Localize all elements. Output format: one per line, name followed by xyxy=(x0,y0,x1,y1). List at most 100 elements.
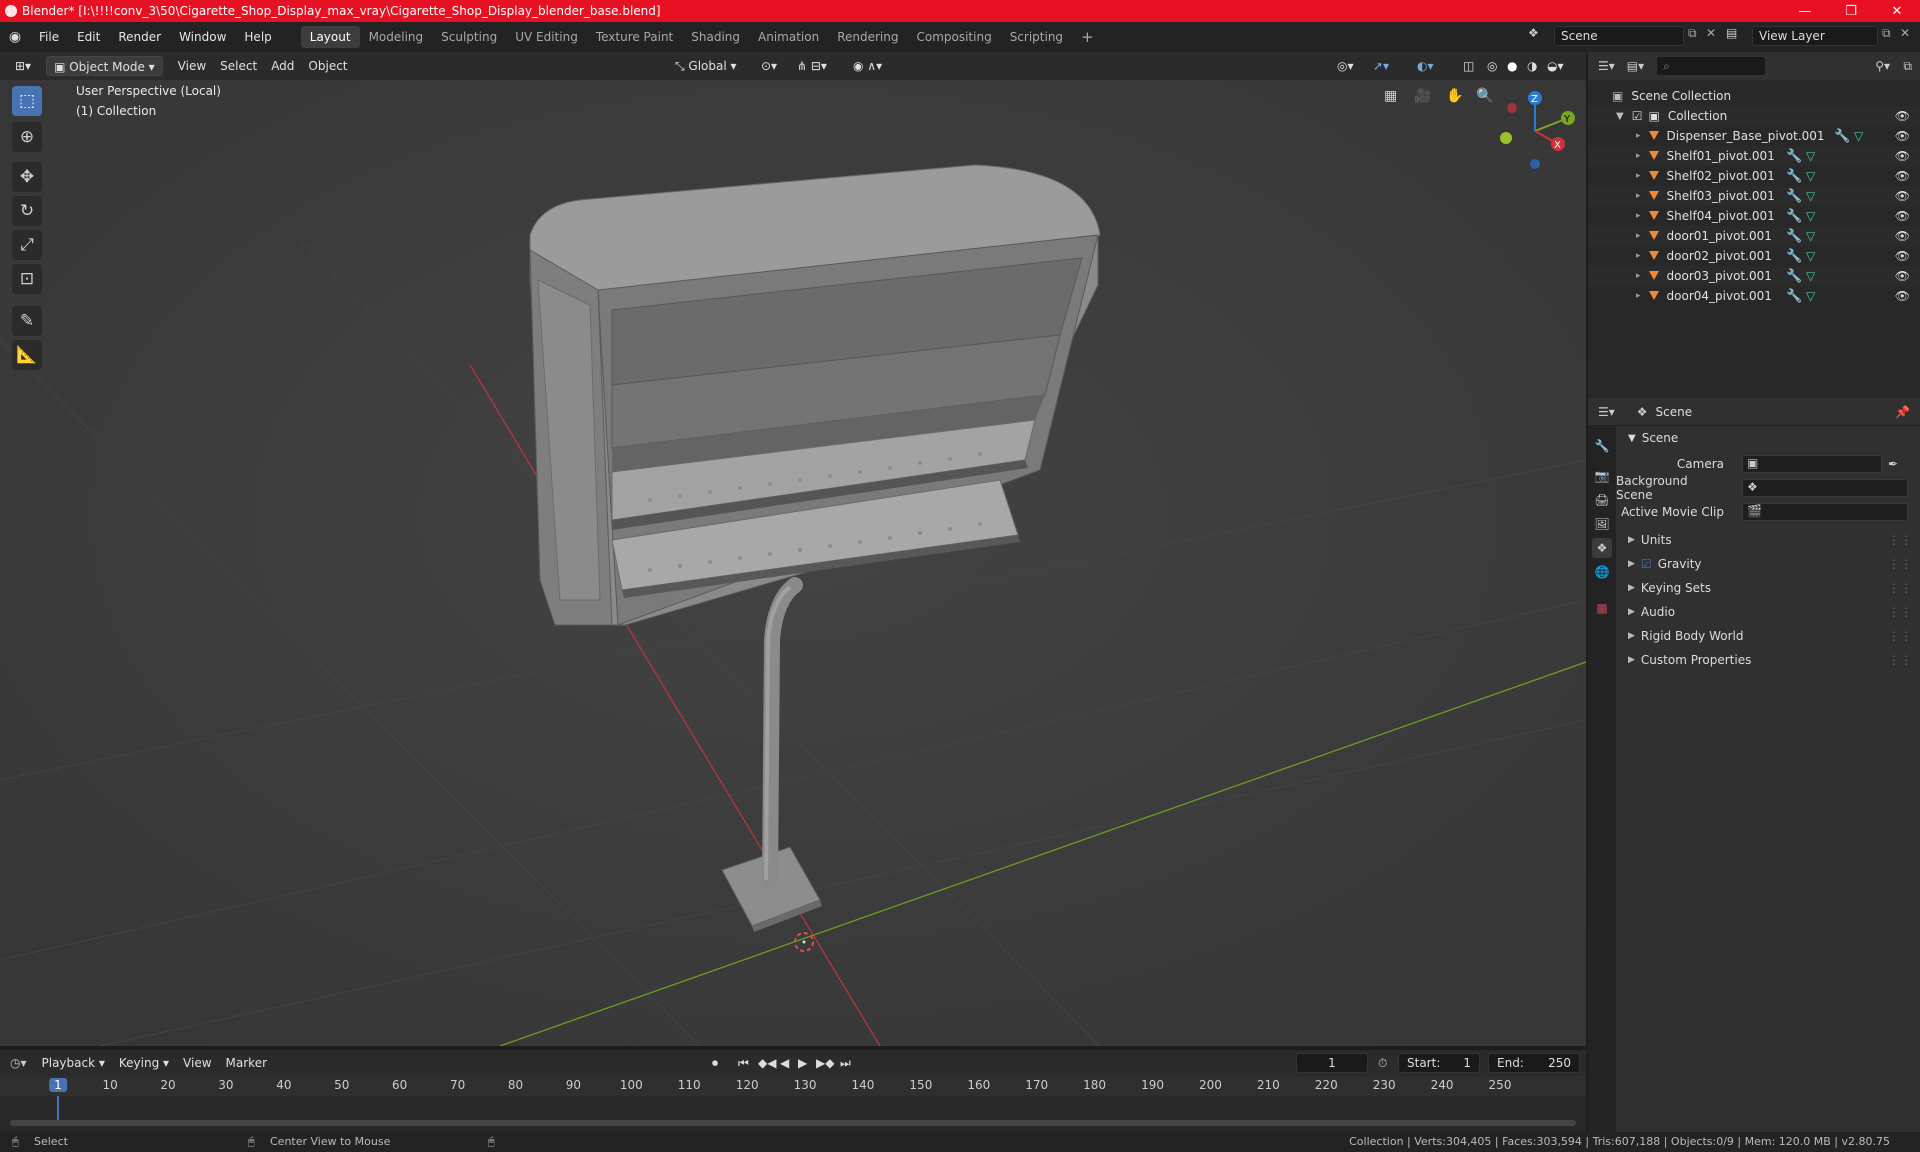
menu-edit[interactable]: Edit xyxy=(68,26,109,48)
eye-icon[interactable]: 👁 xyxy=(1895,289,1910,303)
tab-scripting[interactable]: Scripting xyxy=(1001,26,1072,48)
tab-uv-editing[interactable]: UV Editing xyxy=(506,26,587,48)
properties-editor-icon[interactable]: ☰▾ xyxy=(1598,405,1615,419)
modifier-wrench-icon[interactable]: 🔧 xyxy=(1786,229,1802,244)
view-layer-field[interactable]: View Layer xyxy=(1752,26,1878,46)
gravity-checkbox[interactable]: ☑ xyxy=(1641,557,1652,571)
add-workspace-button[interactable]: + xyxy=(1072,26,1103,48)
playback-menu[interactable]: Playback ▾ xyxy=(35,1053,112,1073)
drag-handle-icon[interactable]: ⋮⋮ xyxy=(1888,605,1912,619)
menu-add[interactable]: Add xyxy=(264,56,301,76)
scene-tab-icon[interactable]: ❖ xyxy=(1592,538,1612,558)
camera-field[interactable]: ▣ xyxy=(1742,455,1882,473)
eye-icon[interactable]: 👁 xyxy=(1895,109,1910,123)
eye-icon[interactable]: 👁 xyxy=(1895,269,1910,283)
drag-handle-icon[interactable]: ⋮⋮ xyxy=(1888,533,1912,547)
mesh-data-icon[interactable]: ▽ xyxy=(1806,289,1815,303)
mesh-data-icon[interactable]: ▽ xyxy=(1806,209,1815,223)
tool-tab-icon[interactable]: 🔧 xyxy=(1592,436,1612,456)
menu-file[interactable]: File xyxy=(30,26,68,48)
expand-chevron-icon[interactable]: ▸ xyxy=(1636,131,1641,141)
navigation-gizmo[interactable]: Z Y X xyxy=(1490,86,1580,176)
drag-handle-icon[interactable]: ⋮⋮ xyxy=(1888,557,1912,571)
mesh-data-icon[interactable]: ▽ xyxy=(1806,149,1815,163)
eye-icon[interactable]: 👁 xyxy=(1895,129,1910,143)
new-scene-icon[interactable]: ⧉ xyxy=(1688,26,1697,41)
outliner-item[interactable]: ▸ Shelf03_pivot.001 🔧 ▽ 👁 xyxy=(1588,186,1920,206)
jump-end-icon[interactable]: ⏭ xyxy=(840,1056,851,1071)
delete-view-layer-icon[interactable]: ✕ xyxy=(1900,26,1910,40)
mesh-data-icon[interactable]: ▽ xyxy=(1806,229,1815,243)
scale-tool-icon[interactable]: ⤢ xyxy=(12,230,42,260)
output-tab-icon[interactable]: 🖨 xyxy=(1592,490,1612,510)
background-scene-field[interactable]: ❖ xyxy=(1742,479,1908,497)
close-button[interactable]: ✕ xyxy=(1874,0,1920,22)
eye-icon[interactable]: 👁 xyxy=(1895,229,1910,243)
outliner-editor-icon[interactable]: ☰▾ xyxy=(1598,59,1615,73)
scene-field[interactable]: Scene xyxy=(1554,26,1684,46)
eye-icon[interactable]: 👁 xyxy=(1895,189,1910,203)
expand-chevron-icon[interactable]: ▸ xyxy=(1636,151,1641,161)
property-section[interactable]: ▶ Custom Properties ⋮⋮ xyxy=(1616,648,1920,672)
tab-sculpting[interactable]: Sculpting xyxy=(432,26,506,48)
scene-panel-header[interactable]: ▼ Scene xyxy=(1616,426,1920,450)
outliner-item[interactable]: ▸ Shelf02_pivot.001 🔧 ▽ 👁 xyxy=(1588,166,1920,186)
annotate-tool-icon[interactable]: ✎ xyxy=(12,306,42,336)
rotate-tool-icon[interactable]: ↻ xyxy=(12,196,42,226)
modifier-wrench-icon[interactable]: 🔧 xyxy=(1834,129,1850,144)
mesh-data-icon[interactable]: ▽ xyxy=(1806,269,1815,283)
keying-menu[interactable]: Keying ▾ xyxy=(112,1053,176,1073)
pan-hand-icon[interactable]: ✋ xyxy=(1446,88,1463,104)
eye-icon[interactable]: 👁 xyxy=(1895,209,1910,223)
expand-chevron-icon[interactable]: ▸ xyxy=(1636,291,1641,301)
eye-icon[interactable]: 👁 xyxy=(1895,149,1910,163)
outliner-search-input[interactable]: ⌕ xyxy=(1656,56,1767,76)
transform-orientation-dropdown[interactable]: ⤡ Global ▾ xyxy=(668,56,744,76)
move-tool-icon[interactable]: ✥ xyxy=(12,162,42,192)
modifier-wrench-icon[interactable]: 🔧 xyxy=(1786,189,1802,204)
outliner-item[interactable]: ▸ door01_pivot.001 🔧 ▽ 👁 xyxy=(1588,226,1920,246)
view-layer-tab-icon[interactable]: 🖼 xyxy=(1592,514,1612,534)
shading-rendered-icon[interactable]: ◒▾ xyxy=(1540,56,1571,76)
modifier-wrench-icon[interactable]: 🔧 xyxy=(1786,149,1802,164)
mesh-data-icon[interactable]: ▽ xyxy=(1854,129,1863,143)
property-section[interactable]: ▶ Audio ⋮⋮ xyxy=(1616,600,1920,624)
xray-icon[interactable]: ◫ xyxy=(1456,56,1481,76)
collection-row[interactable]: ▼ ☑ ▣ Collection 👁 xyxy=(1588,106,1920,126)
maximize-button[interactable]: ❐ xyxy=(1828,0,1874,22)
record-icon[interactable]: ⏺ xyxy=(712,1056,718,1071)
timeline-area[interactable]: 1 10 20 30 40 50 60 70 80 90 100 110 120 130 140 150 160… xyxy=(0,1076,1586,1132)
modifier-wrench-icon[interactable]: 🔧 xyxy=(1786,209,1802,224)
marker-menu[interactable]: Marker xyxy=(219,1053,274,1073)
blender-menu-icon[interactable]: ◉ xyxy=(0,29,30,45)
next-keyframe-icon[interactable]: ▶◆ xyxy=(816,1056,834,1070)
current-frame-field[interactable]: 1 xyxy=(1296,1053,1368,1073)
overlay-toggle-icon[interactable]: ◐▾ xyxy=(1410,56,1441,76)
modifier-wrench-icon[interactable]: 🔧 xyxy=(1786,289,1802,304)
menu-help[interactable]: Help xyxy=(235,26,280,48)
expand-chevron-icon[interactable]: ▸ xyxy=(1636,211,1641,221)
render-tab-icon[interactable]: 📷 xyxy=(1592,466,1612,486)
menu-object[interactable]: Object xyxy=(301,56,354,76)
property-section[interactable]: ▶ ☑ Gravity ⋮⋮ xyxy=(1616,552,1920,576)
3d-viewport[interactable]: User Perspective (Local) (1) Collection … xyxy=(0,80,1586,1046)
tab-modeling[interactable]: Modeling xyxy=(360,26,433,48)
mesh-data-icon[interactable]: ▽ xyxy=(1806,189,1815,203)
scene-collection-row[interactable]: ▣ Scene Collection xyxy=(1588,86,1920,106)
expand-chevron-icon[interactable]: ▸ xyxy=(1636,271,1641,281)
delete-scene-icon[interactable]: ✕ xyxy=(1706,26,1716,40)
display-mode-icon[interactable]: ▤▾ xyxy=(1627,59,1644,73)
gizmo-toggle-icon[interactable]: ➚▾ xyxy=(1366,56,1396,76)
tab-layout[interactable]: Layout xyxy=(300,26,360,48)
outliner-item[interactable]: ▸ door04_pivot.001 🔧 ▽ 👁 xyxy=(1588,286,1920,306)
modifier-wrench-icon[interactable]: 🔧 xyxy=(1786,249,1802,264)
measure-tool-icon[interactable]: 📐 xyxy=(12,340,42,370)
filter-icon[interactable]: ⚲▾ xyxy=(1875,59,1890,73)
proportional-edit-icon[interactable]: ◉ ∧▾ xyxy=(846,56,889,76)
start-frame-field[interactable]: Start: 1 xyxy=(1398,1053,1480,1073)
collection-checkbox[interactable]: ☑ xyxy=(1632,109,1643,123)
tab-rendering[interactable]: Rendering xyxy=(828,26,907,48)
drag-handle-icon[interactable]: ⋮⋮ xyxy=(1888,581,1912,595)
new-view-layer-icon[interactable]: ⧉ xyxy=(1882,26,1891,41)
outliner-item[interactable]: ▸ Shelf01_pivot.001 🔧 ▽ 👁 xyxy=(1588,146,1920,166)
